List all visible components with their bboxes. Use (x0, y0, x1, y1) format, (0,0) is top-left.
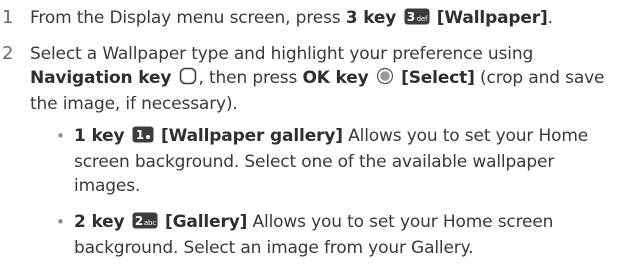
instruction-document: 1 From the Display menu screen, press 3 … (0, 0, 642, 274)
bullet-1-text: 1 key 1 [Wallpaper gallery] Allows you t… (74, 124, 638, 198)
bullet-gallery: • 2 key 2 abc [Gallery] Allows you to se… (56, 210, 642, 264)
bullet-2-line-1: 2 key 2 abc [Gallery] Allows you to set … (74, 210, 638, 236)
key-name: 1 key (74, 126, 125, 146)
key-icon-glyph: 2 (135, 214, 143, 228)
ok-key-name: OK key (302, 68, 369, 88)
bullet-2-line-2: background. Select an image from your Ga… (74, 238, 474, 258)
step-1-lead: From the Display menu screen, press (30, 8, 346, 28)
step-2-line-1: Select a Wallpaper type and highlight yo… (30, 44, 534, 64)
keypad-key-2-icon: 2 abc (132, 212, 158, 236)
step-1-end: . (547, 8, 553, 28)
key-icon-sub: def (416, 15, 427, 23)
key-name: 3 key (345, 8, 397, 28)
key-name: 2 key (74, 212, 125, 232)
ok-key-icon (376, 67, 394, 92)
keypad-key-3-icon: 3 def (404, 8, 430, 32)
step-2-text: Select a Wallpaper type and highlight yo… (30, 42, 640, 116)
step-1-text: From the Display menu screen, press 3 ke… (30, 6, 640, 32)
step-2: 2 Select a Wallpaper type and highlight … (0, 42, 642, 122)
step-2-mid: , then press (198, 68, 303, 88)
bullet-wallpaper-gallery: • 1 key 1 [Wallpaper gallery] Allows you… (56, 124, 642, 200)
bullet-marker: • (56, 127, 65, 145)
select-bracket-label: [Select] (401, 68, 475, 88)
step-number: 1 (2, 7, 14, 28)
bullet-1-line-3: images. (74, 176, 141, 196)
step-2-tail: (crop and save (474, 68, 605, 88)
keypad-key-1-icon: 1 (132, 126, 154, 150)
key-icon-glyph: 3 (406, 10, 414, 24)
step-1: 1 From the Display menu screen, press 3 … (0, 6, 642, 32)
bracket-label: [Wallpaper gallery] (161, 126, 343, 146)
bullet-2-text: 2 key 2 abc [Gallery] Allows you to set … (74, 210, 638, 260)
bullet-1-line-1: 1 key 1 [Wallpaper gallery] Allows you t… (74, 124, 638, 150)
key-icon-glyph: 1 (136, 128, 144, 142)
navigation-key-icon (179, 67, 197, 92)
step-2-line-2: Navigation key , then press OK key [Sele… (30, 66, 640, 92)
step-2-line-3: the image, if necessary). (30, 94, 238, 114)
bullet-1-line-2: screen background. Select one of the ava… (74, 152, 555, 172)
step-number: 2 (2, 43, 14, 64)
navigation-key-name: Navigation key (30, 68, 172, 88)
bracket-label: [Gallery] (165, 212, 248, 232)
bullet-2-tail: Allows you to set your Home screen (247, 212, 554, 232)
key-icon-sub: abc (144, 219, 156, 227)
bracket-label: [Wallpaper] (436, 8, 548, 28)
bullet-1-tail: Allows you to set your Home (342, 126, 589, 146)
bullet-marker: • (56, 213, 65, 231)
